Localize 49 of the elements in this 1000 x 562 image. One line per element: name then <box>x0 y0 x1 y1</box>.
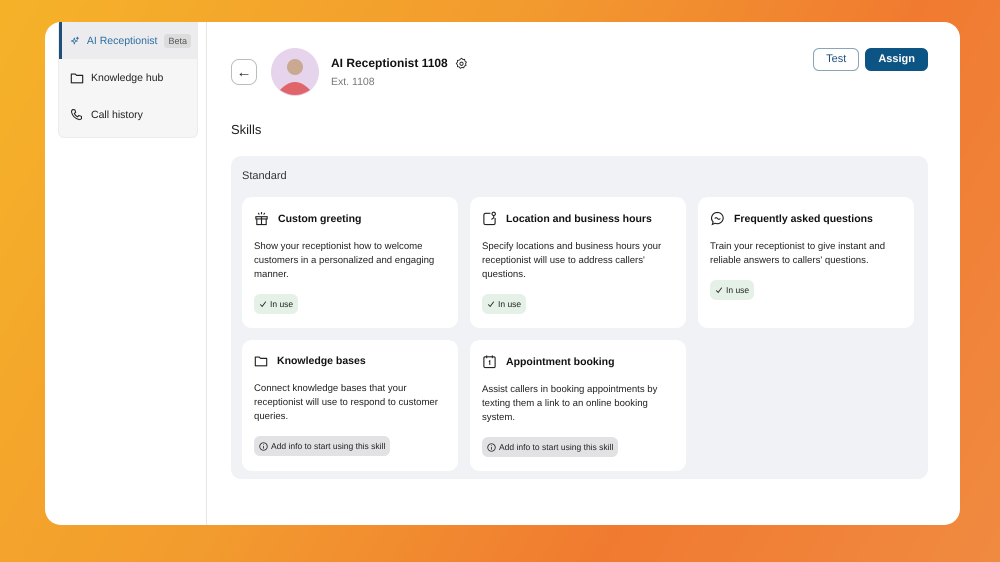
back-button[interactable]: ← <box>231 59 257 85</box>
test-button[interactable]: Test <box>813 48 860 70</box>
skill-title: Location and business hours <box>506 212 652 224</box>
skill-card[interactable]: Knowledge bases Connect knowledge bases that your receptionist will use to respond to customer queries. Add info to start using this skill <box>242 340 458 471</box>
skill-card[interactable]: Appointment booking Assist callers in booking appointments by texting them a link to an online booking system. Add info to start using this skill <box>470 340 686 471</box>
info-icon <box>487 442 496 452</box>
settings-icon[interactable] <box>454 56 468 70</box>
skill-title: Custom greeting <box>278 212 362 224</box>
group-title: Standard <box>242 170 288 182</box>
sidebar-item[interactable]: Call history <box>59 96 197 133</box>
calendar-icon <box>482 354 497 369</box>
check-icon <box>487 300 495 308</box>
beta-badge: Beta <box>164 34 191 48</box>
sidebar-item[interactable]: Knowledge hub <box>59 59 197 96</box>
folder-icon <box>70 70 84 84</box>
sparkle-icon <box>70 34 80 48</box>
skill-card[interactable]: Frequently asked questions Train your receptionist to give instant and reliable answers to callers' questions. In use <box>698 197 914 328</box>
status-label: In use <box>498 299 522 309</box>
section-title: Skills <box>231 122 262 137</box>
folder-icon <box>254 354 268 368</box>
skill-title: Knowledge bases <box>277 355 366 367</box>
sidebar-item-label: Call history <box>91 108 143 120</box>
assign-button[interactable]: Assign <box>865 48 928 70</box>
location-icon <box>482 211 497 226</box>
check-icon <box>259 300 267 308</box>
sidebar-item-label: AI Receptionist <box>86 34 158 46</box>
skill-card[interactable]: Location and business hours Specify locations and business hours your receptionist will use to address callers' questions. In use <box>470 197 686 328</box>
skill-description: Connect knowledge bases that your receptionist will use to respond to customer queries. <box>254 382 439 424</box>
avatar-silhouette-icon <box>271 48 319 96</box>
status-label: Add info to start using this skill <box>271 441 386 451</box>
skill-description: Train your receptionist to give instant and reliable answers to callers' questions. <box>710 240 886 268</box>
status-label: Add info to start using this skill <box>499 442 614 452</box>
extension-number: Ext. 1108 <box>331 76 376 88</box>
skill-description: Specify locations and business hours your receptionist will use to address callers' questions. <box>482 240 662 282</box>
phone-icon <box>70 108 84 122</box>
status-label: In use <box>726 285 750 295</box>
status-label: In use <box>270 299 294 309</box>
gift-icon <box>254 211 269 226</box>
check-icon <box>715 286 723 294</box>
skill-card[interactable]: Custom greeting Show your receptionist how to welcome customers in a personalized and engaging manner. In use <box>242 197 458 328</box>
skill-title: Appointment booking <box>506 356 614 368</box>
info-icon <box>259 442 268 450</box>
sidebar-item-label: Knowledge hub <box>91 72 164 84</box>
receptionist-name: AI Receptionist 1108 <box>331 56 448 70</box>
chat-bubble-icon <box>710 211 725 226</box>
sidebar-item[interactable]: AI Receptionist Beta <box>59 22 197 59</box>
skill-description: Assist callers in booking appointments by texting them a link to an online booking system. <box>482 383 658 425</box>
skill-title: Frequently asked questions <box>734 212 873 224</box>
skill-description: Show your receptionist how to welcome customers in a personalized and engaging manner. <box>254 240 436 282</box>
